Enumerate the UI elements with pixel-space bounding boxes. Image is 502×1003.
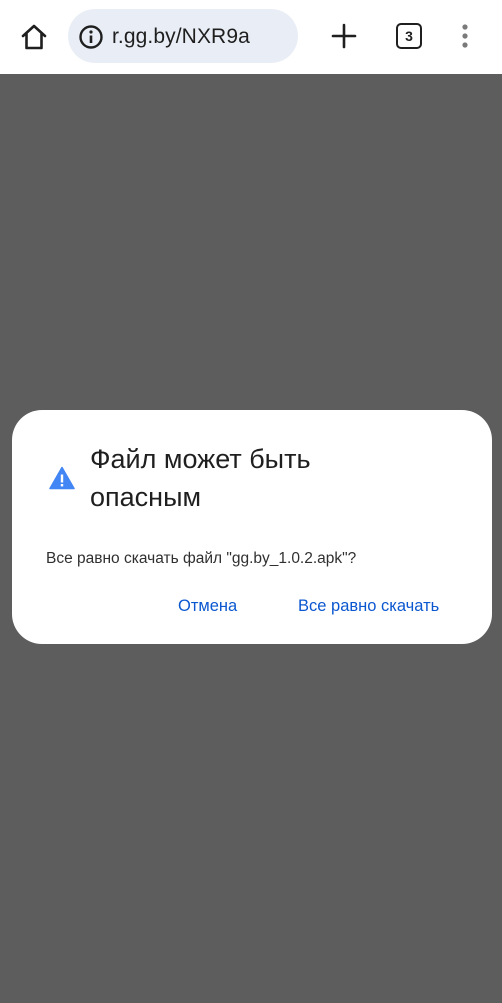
info-icon[interactable] (78, 24, 104, 50)
more-vert-icon[interactable] (456, 21, 474, 51)
cancel-button[interactable]: Отмена (178, 597, 237, 616)
dialog-message: Все равно скачать файл "gg.by_1.0.2.apk"… (46, 550, 357, 567)
download-warning-dialog: Файл может быть опасным Все равно скачат… (12, 410, 492, 644)
tab-count: 3 (405, 28, 413, 44)
new-tab-plus-icon[interactable] (329, 21, 359, 51)
home-icon (21, 24, 47, 50)
download-anyway-button[interactable]: Все равно скачать (298, 597, 439, 616)
home-button[interactable] (17, 20, 51, 54)
warning-icon (49, 466, 75, 490)
browser-toolbar: r.gg.by/NXR9a 3 (0, 0, 502, 74)
address-bar[interactable]: r.gg.by/NXR9a (68, 9, 298, 63)
tab-switcher-button[interactable]: 3 (396, 23, 422, 49)
dialog-title: Файл может быть опасным (90, 444, 311, 512)
url-text[interactable]: r.gg.by/NXR9a (112, 25, 250, 49)
browser-screen: r.gg.by/NXR9a 3 Файл может быть опасным … (0, 0, 502, 1003)
